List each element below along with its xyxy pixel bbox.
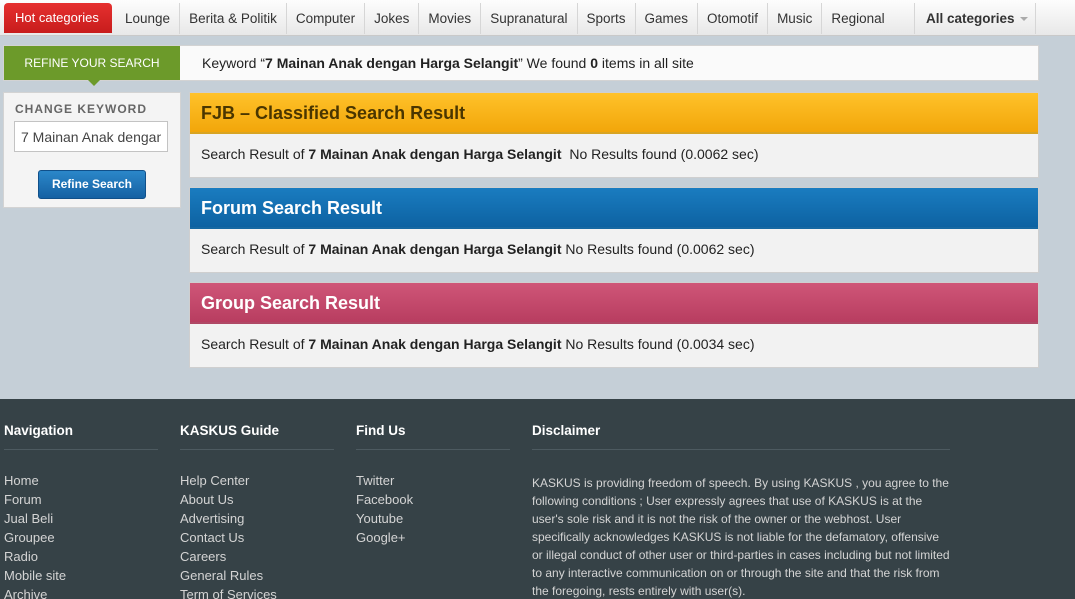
nav-item-jokes[interactable]: Jokes bbox=[365, 3, 420, 34]
footer-link-term-of-services[interactable]: Term of Services bbox=[180, 585, 334, 599]
keyword-text: 7 Mainan Anak dengan Harga Selangit bbox=[265, 55, 519, 71]
nav-item-movies[interactable]: Movies bbox=[419, 3, 482, 34]
forum-result-body: Search Result of 7 Mainan Anak dengan Ha… bbox=[190, 229, 1038, 272]
all-categories-dropdown[interactable]: All categories bbox=[914, 3, 1036, 34]
footer-find-us: Find Us Twitter Facebook Youtube Google+ bbox=[356, 423, 510, 547]
fjb-result-body: Search Result of 7 Mainan Anak dengan Ha… bbox=[190, 134, 1038, 177]
footer-link-help-center[interactable]: Help Center bbox=[180, 471, 334, 490]
footer-link-contact-us[interactable]: Contact Us bbox=[180, 528, 334, 547]
group-result-body: Search Result of 7 Mainan Anak dengan Ha… bbox=[190, 324, 1038, 367]
footer-disclaimer-title: Disclaimer bbox=[532, 423, 950, 450]
footer-guide-title: KASKUS Guide bbox=[180, 423, 334, 450]
footer-link-careers[interactable]: Careers bbox=[180, 547, 334, 566]
top-navigation: Hot categories Lounge Berita & Politik C… bbox=[0, 0, 1075, 36]
change-keyword-panel: CHANGE KEYWORD Refine Search bbox=[3, 92, 181, 208]
result-count: 0 bbox=[590, 55, 599, 71]
footer-link-radio[interactable]: Radio bbox=[4, 547, 158, 566]
result-prefix: Search Result of bbox=[201, 336, 309, 352]
footer-link-twitter[interactable]: Twitter bbox=[356, 471, 510, 490]
hot-categories-tab[interactable]: Hot categories bbox=[4, 3, 112, 33]
footer-find-us-title: Find Us bbox=[356, 423, 510, 450]
keyword-input[interactable] bbox=[14, 121, 168, 152]
nav-item-sports[interactable]: Sports bbox=[578, 3, 636, 34]
footer-link-youtube[interactable]: Youtube bbox=[356, 509, 510, 528]
forum-result-status: No Results found (0.0062 sec) bbox=[561, 241, 755, 257]
result-keyword: 7 Mainan Anak dengan Harga Selangit bbox=[308, 241, 562, 257]
category-nav-list: Lounge Berita & Politik Computer Jokes M… bbox=[116, 3, 894, 34]
footer: Navigation Home Forum Jual Beli Groupee … bbox=[0, 399, 1075, 599]
result-keyword: 7 Mainan Anak dengan Harga Selangit bbox=[308, 146, 562, 162]
chevron-down-icon bbox=[1019, 17, 1028, 22]
count-suffix: items in all site bbox=[598, 55, 694, 71]
all-categories-label: All categories bbox=[926, 11, 1015, 26]
keyword-suffix: ” We found bbox=[518, 55, 591, 71]
fjb-result-title: FJB – Classified Search Result bbox=[190, 93, 1038, 134]
result-prefix: Search Result of bbox=[201, 241, 309, 257]
footer-navigation-title: Navigation bbox=[4, 423, 158, 450]
result-prefix: Search Result of bbox=[201, 146, 309, 162]
footer-link-general-rules[interactable]: General Rules bbox=[180, 566, 334, 585]
footer-link-advertising[interactable]: Advertising bbox=[180, 509, 334, 528]
group-result-status: No Results found (0.0034 sec) bbox=[561, 336, 755, 352]
group-result-panel: Group Search Result Search Result of 7 M… bbox=[189, 282, 1039, 368]
refine-bar: REFINE YOUR SEARCH Keyword “7 Mainan Ana… bbox=[3, 45, 1039, 86]
nav-item-music[interactable]: Music bbox=[768, 3, 823, 34]
forum-result-panel: Forum Search Result Search Result of 7 M… bbox=[189, 187, 1039, 273]
footer-link-jual-beli[interactable]: Jual Beli bbox=[4, 509, 158, 528]
footer-disclaimer: Disclaimer KASKUS is providing freedom o… bbox=[532, 423, 950, 599]
nav-item-berita-politik[interactable]: Berita & Politik bbox=[180, 3, 287, 34]
footer-link-facebook[interactable]: Facebook bbox=[356, 490, 510, 509]
result-keyword: 7 Mainan Anak dengan Harga Selangit bbox=[308, 336, 562, 352]
footer-link-mobile-site[interactable]: Mobile site bbox=[4, 566, 158, 585]
footer-link-about-us[interactable]: About Us bbox=[180, 490, 334, 509]
footer-link-archive[interactable]: Archive bbox=[4, 585, 158, 599]
footer-link-forum[interactable]: Forum bbox=[4, 490, 158, 509]
keyword-prefix: Keyword “ bbox=[202, 55, 266, 71]
footer-link-groupee[interactable]: Groupee bbox=[4, 528, 158, 547]
nav-item-otomotif[interactable]: Otomotif bbox=[698, 3, 769, 34]
disclaimer-text: KASKUS is providing freedom of speech. B… bbox=[532, 476, 950, 598]
nav-item-games[interactable]: Games bbox=[636, 3, 699, 34]
forum-result-title: Forum Search Result bbox=[190, 188, 1038, 229]
fjb-result-panel: FJB – Classified Search Result Search Re… bbox=[189, 92, 1039, 178]
nav-item-supranatural[interactable]: Supranatural bbox=[481, 3, 578, 34]
fjb-result-status: No Results found (0.0062 sec) bbox=[565, 146, 759, 162]
group-result-title: Group Search Result bbox=[190, 283, 1038, 324]
keyword-summary: Keyword “7 Mainan Anak dengan Harga Sela… bbox=[202, 46, 694, 80]
nav-item-regional[interactable]: Regional bbox=[822, 3, 893, 34]
refine-your-search-tab[interactable]: REFINE YOUR SEARCH bbox=[4, 46, 180, 86]
nav-item-lounge[interactable]: Lounge bbox=[116, 3, 181, 34]
refine-search-button[interactable]: Refine Search bbox=[38, 170, 146, 199]
change-keyword-label: CHANGE KEYWORD bbox=[15, 102, 148, 116]
nav-item-computer[interactable]: Computer bbox=[287, 3, 366, 34]
footer-guide: KASKUS Guide Help Center About Us Advert… bbox=[180, 423, 334, 599]
footer-link-google-plus[interactable]: Google+ bbox=[356, 528, 510, 547]
footer-link-home[interactable]: Home bbox=[4, 471, 158, 490]
footer-navigation: Navigation Home Forum Jual Beli Groupee … bbox=[4, 423, 158, 599]
